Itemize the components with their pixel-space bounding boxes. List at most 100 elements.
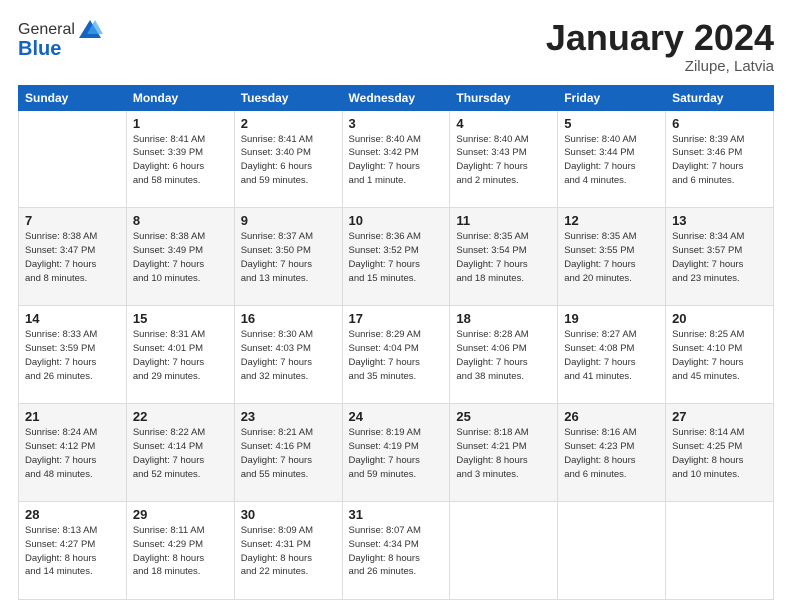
day-info: Sunrise: 8:11 AM Sunset: 4:29 PM Dayligh…	[133, 524, 228, 579]
location: Zilupe, Latvia	[546, 58, 774, 75]
table-row: 4Sunrise: 8:40 AM Sunset: 3:43 PM Daylig…	[450, 110, 558, 208]
day-info: Sunrise: 8:29 AM Sunset: 4:04 PM Dayligh…	[349, 328, 444, 383]
table-row: 27Sunrise: 8:14 AM Sunset: 4:25 PM Dayli…	[666, 404, 774, 502]
day-info: Sunrise: 8:27 AM Sunset: 4:08 PM Dayligh…	[564, 328, 659, 383]
day-info: Sunrise: 8:09 AM Sunset: 4:31 PM Dayligh…	[241, 524, 336, 579]
table-row: 13 Sunrise: 8:34 AM Sunset: 3:57 PM Dayli…	[666, 208, 774, 306]
header-saturday: Saturday	[666, 85, 774, 110]
day-number: 2	[241, 116, 336, 131]
day-number: 8	[133, 213, 228, 228]
day-number: 17	[349, 311, 444, 326]
header: General Blue January 2024 Zilupe, Latvia	[18, 18, 774, 75]
calendar-table: Sunday Monday Tuesday Wednesday Thursday…	[18, 85, 774, 600]
day-number: 1	[133, 116, 228, 131]
table-row: 7 Sunrise: 8:38 AM Sunset: 3:47 PM Daylig…	[19, 208, 127, 306]
day-info: Sunrise: 8:21 AM Sunset: 4:16 PM Dayligh…	[241, 426, 336, 481]
day-info: Sunrise: 8:40 AM Sunset: 3:42 PM Dayligh…	[349, 133, 444, 188]
day-number: 23	[241, 409, 336, 424]
day-info: Sunrise: 8:24 AM Sunset: 4:12 PM Dayligh…	[25, 426, 120, 481]
calendar-row-3: 21Sunrise: 8:24 AM Sunset: 4:12 PM Dayli…	[19, 404, 774, 502]
day-info: Sunrise: 8:14 AM Sunset: 4:25 PM Dayligh…	[672, 426, 767, 481]
table-row: 10 Sunrise: 8:36 AM Sunset: 3:52 PM Dayli…	[342, 208, 450, 306]
day-number: 24	[349, 409, 444, 424]
day-info: Sunrise: 8:35 AM Sunset: 3:54 PM Dayligh…	[456, 230, 551, 285]
day-number: 12	[564, 213, 659, 228]
table-row: 6Sunrise: 8:39 AM Sunset: 3:46 PM Daylig…	[666, 110, 774, 208]
table-row: 21Sunrise: 8:24 AM Sunset: 4:12 PM Dayli…	[19, 404, 127, 502]
day-number: 29	[133, 507, 228, 522]
day-info: Sunrise: 8:39 AM Sunset: 3:46 PM Dayligh…	[672, 133, 767, 188]
logo-icon	[77, 18, 103, 40]
day-info: Sunrise: 8:28 AM Sunset: 4:06 PM Dayligh…	[456, 328, 551, 383]
header-monday: Monday	[126, 85, 234, 110]
header-wednesday: Wednesday	[342, 85, 450, 110]
day-info: Sunrise: 8:25 AM Sunset: 4:10 PM Dayligh…	[672, 328, 767, 383]
day-number: 16	[241, 311, 336, 326]
table-row	[19, 110, 127, 208]
day-info: Sunrise: 8:31 AM Sunset: 4:01 PM Dayligh…	[133, 328, 228, 383]
day-number: 22	[133, 409, 228, 424]
day-info: Sunrise: 8:07 AM Sunset: 4:34 PM Dayligh…	[349, 524, 444, 579]
day-info: Sunrise: 8:30 AM Sunset: 4:03 PM Dayligh…	[241, 328, 336, 383]
calendar-row-1: 7 Sunrise: 8:38 AM Sunset: 3:47 PM Daylig…	[19, 208, 774, 306]
table-row: 11Sunrise: 8:35 AM Sunset: 3:54 PM Dayli…	[450, 208, 558, 306]
table-row: 16 Sunrise: 8:30 AM Sunset: 4:03 PM Dayli…	[234, 306, 342, 404]
header-tuesday: Tuesday	[234, 85, 342, 110]
page: General Blue January 2024 Zilupe, Latvia…	[0, 0, 792, 612]
header-sunday: Sunday	[19, 85, 127, 110]
table-row: 19 Sunrise: 8:27 AM Sunset: 4:08 PM Dayli…	[558, 306, 666, 404]
logo-blue-text: Blue	[18, 38, 61, 61]
day-number: 28	[25, 507, 120, 522]
day-number: 14	[25, 311, 120, 326]
title-block: January 2024 Zilupe, Latvia	[546, 18, 774, 75]
table-row: 20 Sunrise: 8:25 AM Sunset: 4:10 PM Dayli…	[666, 306, 774, 404]
day-number: 3	[349, 116, 444, 131]
table-row: 9 Sunrise: 8:37 AM Sunset: 3:50 PM Daylig…	[234, 208, 342, 306]
day-info: Sunrise: 8:18 AM Sunset: 4:21 PM Dayligh…	[456, 426, 551, 481]
table-row	[666, 502, 774, 600]
table-row	[558, 502, 666, 600]
table-row: 17 Sunrise: 8:29 AM Sunset: 4:04 PM Dayli…	[342, 306, 450, 404]
day-info: Sunrise: 8:34 AM Sunset: 3:57 PM Dayligh…	[672, 230, 767, 285]
day-info: Sunrise: 8:40 AM Sunset: 3:43 PM Dayligh…	[456, 133, 551, 188]
day-info: Sunrise: 8:22 AM Sunset: 4:14 PM Dayligh…	[133, 426, 228, 481]
table-row: 23 Sunrise: 8:21 AM Sunset: 4:16 PM Dayli…	[234, 404, 342, 502]
day-number: 31	[349, 507, 444, 522]
table-row: 8 Sunrise: 8:38 AM Sunset: 3:49 PM Daylig…	[126, 208, 234, 306]
day-number: 10	[349, 213, 444, 228]
day-info: Sunrise: 8:16 AM Sunset: 4:23 PM Dayligh…	[564, 426, 659, 481]
calendar-row-4: 28Sunrise: 8:13 AM Sunset: 4:27 PM Dayli…	[19, 502, 774, 600]
table-row: 5 Sunrise: 8:40 AM Sunset: 3:44 PM Daylig…	[558, 110, 666, 208]
table-row: 14 Sunrise: 8:33 AM Sunset: 3:59 PM Dayli…	[19, 306, 127, 404]
table-row	[450, 502, 558, 600]
header-thursday: Thursday	[450, 85, 558, 110]
day-number: 7	[25, 213, 120, 228]
day-number: 18	[456, 311, 551, 326]
day-info: Sunrise: 8:36 AM Sunset: 3:52 PM Dayligh…	[349, 230, 444, 285]
day-info: Sunrise: 8:38 AM Sunset: 3:47 PM Dayligh…	[25, 230, 120, 285]
day-info: Sunrise: 8:33 AM Sunset: 3:59 PM Dayligh…	[25, 328, 120, 383]
day-number: 9	[241, 213, 336, 228]
table-row: 29 Sunrise: 8:11 AM Sunset: 4:29 PM Dayli…	[126, 502, 234, 600]
day-info: Sunrise: 8:38 AM Sunset: 3:49 PM Dayligh…	[133, 230, 228, 285]
table-row: 24Sunrise: 8:19 AM Sunset: 4:19 PM Dayli…	[342, 404, 450, 502]
day-info: Sunrise: 8:40 AM Sunset: 3:44 PM Dayligh…	[564, 133, 659, 188]
calendar-row-2: 14 Sunrise: 8:33 AM Sunset: 3:59 PM Dayli…	[19, 306, 774, 404]
table-row: 30Sunrise: 8:09 AM Sunset: 4:31 PM Dayli…	[234, 502, 342, 600]
day-number: 19	[564, 311, 659, 326]
table-row: 1Sunrise: 8:41 AM Sunset: 3:39 PM Daylig…	[126, 110, 234, 208]
table-row: 31 Sunrise: 8:07 AM Sunset: 4:34 PM Dayli…	[342, 502, 450, 600]
day-info: Sunrise: 8:37 AM Sunset: 3:50 PM Dayligh…	[241, 230, 336, 285]
table-row: 22 Sunrise: 8:22 AM Sunset: 4:14 PM Dayli…	[126, 404, 234, 502]
day-number: 20	[672, 311, 767, 326]
logo-general-text: General	[18, 21, 75, 39]
table-row: 25 Sunrise: 8:18 AM Sunset: 4:21 PM Dayli…	[450, 404, 558, 502]
day-number: 26	[564, 409, 659, 424]
table-row: 26 Sunrise: 8:16 AM Sunset: 4:23 PM Dayli…	[558, 404, 666, 502]
table-row: 2Sunrise: 8:41 AM Sunset: 3:40 PM Daylig…	[234, 110, 342, 208]
weekday-header-row: Sunday Monday Tuesday Wednesday Thursday…	[19, 85, 774, 110]
day-number: 25	[456, 409, 551, 424]
day-number: 5	[564, 116, 659, 131]
header-friday: Friday	[558, 85, 666, 110]
day-number: 13	[672, 213, 767, 228]
